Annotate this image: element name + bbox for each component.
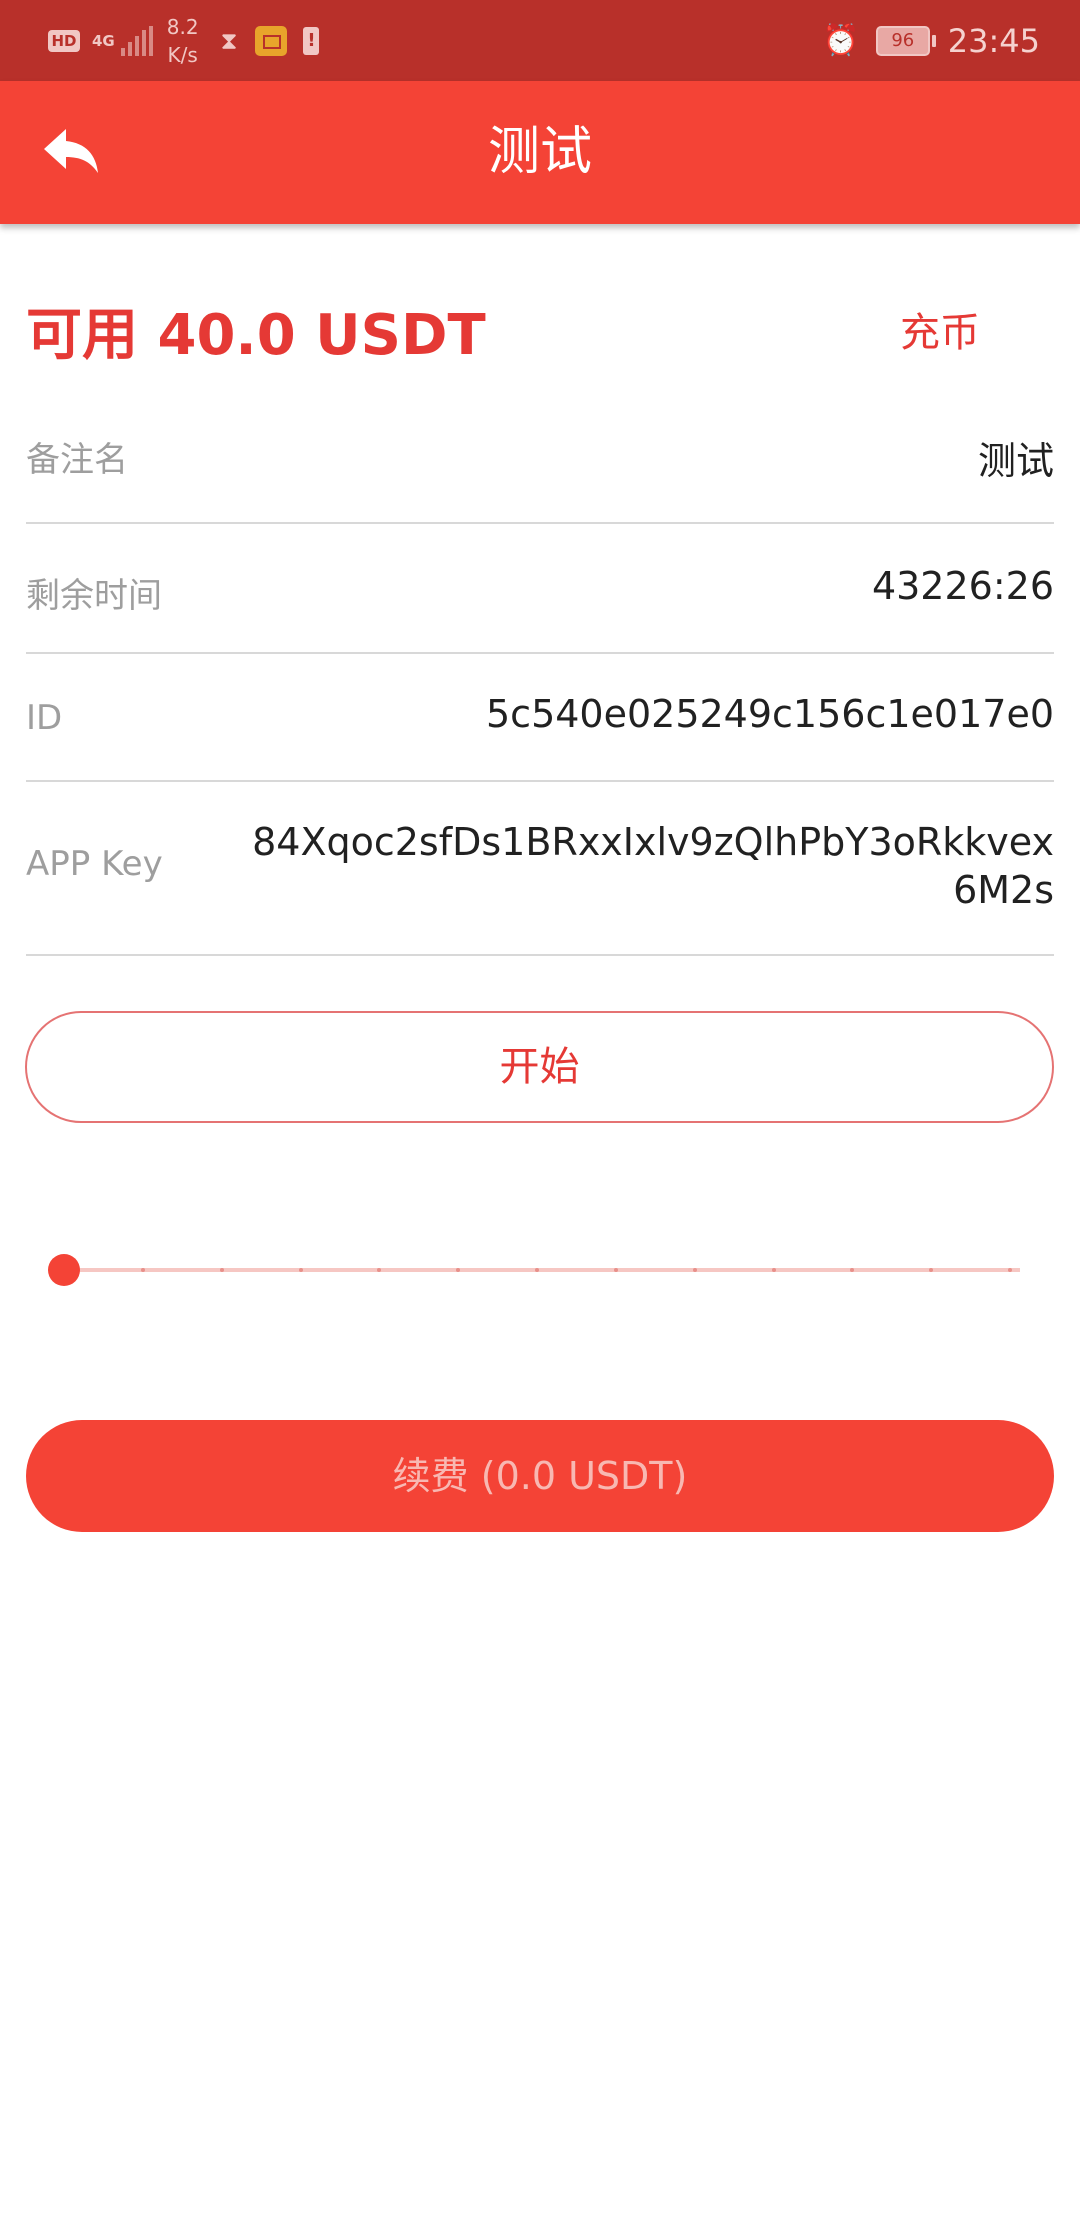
id-row: ID 5c540e025249c156c1e017e0 [26, 652, 1054, 782]
available-balance: 可用 40.0 USDT [26, 303, 486, 368]
slider-tick [613, 1268, 618, 1272]
remark-label: 备注名 [26, 440, 128, 480]
slider-tick [140, 1268, 145, 1272]
status-time: 23:45 [947, 21, 1040, 60]
alarm-icon: ⏰ [822, 23, 860, 58]
signal-icon [120, 25, 153, 56]
mail-icon [255, 25, 288, 56]
id-label: ID [26, 698, 63, 738]
status-bar-left: HD 4G 8.2 K/s ⧗ ! [48, 0, 320, 81]
app-bar: 测试 [0, 81, 1080, 224]
slider-tick [219, 1268, 224, 1272]
app-key-row: APP Key 84Xqoc2sfDs1BRxxIxlv9zQlhPbY3oRk… [26, 780, 1054, 956]
network-type-label: 4G [92, 31, 115, 50]
duration-slider[interactable] [48, 1240, 1020, 1300]
slider-tick [692, 1268, 697, 1272]
network-speed-unit: K/s [167, 42, 198, 67]
slider-track[interactable] [66, 1268, 1020, 1272]
hourglass-icon: ⧗ [220, 26, 238, 55]
hd-icon: HD [48, 29, 80, 52]
battery-icon: 96 [875, 25, 936, 56]
back-arrow-icon[interactable] [40, 123, 100, 183]
status-bar: HD 4G 8.2 K/s ⧗ ! ⏰ 96 23:45 [0, 0, 1080, 81]
remark-value: 测试 [977, 439, 1054, 483]
slider-tick [1008, 1268, 1012, 1272]
battery-warning-icon: ! [303, 26, 320, 55]
id-value: 5c540e025249c156c1e017e0 [486, 692, 1054, 736]
slider-tick [298, 1268, 303, 1272]
network-speed-value: 8.2 [166, 14, 199, 39]
remaining-time-row: 剩余时间 43226:26 [26, 522, 1054, 654]
page-title: 测试 [487, 122, 592, 182]
slider-tick [771, 1268, 776, 1272]
recharge-button[interactable]: 充币 [900, 300, 980, 358]
start-button[interactable]: 开始 [25, 1011, 1054, 1123]
renew-button[interactable]: 续费 (0.0 USDT) [26, 1420, 1054, 1532]
app-key-value: 84Xqoc2sfDs1BRxxIxlv9zQlhPbY3oRkkvex6M2s [252, 820, 1054, 912]
app-key-label: APP Key [26, 844, 163, 884]
remaining-time-label: 剩余时间 [26, 576, 162, 616]
slider-tick [535, 1268, 539, 1272]
remark-row: 备注名 测试 [26, 404, 1054, 524]
slider-thumb[interactable] [48, 1254, 80, 1286]
status-bar-right: ⏰ 96 23:45 [822, 0, 1040, 81]
remaining-time-value: 43226:26 [871, 564, 1054, 608]
network-speed: 8.2 K/s [167, 13, 199, 69]
